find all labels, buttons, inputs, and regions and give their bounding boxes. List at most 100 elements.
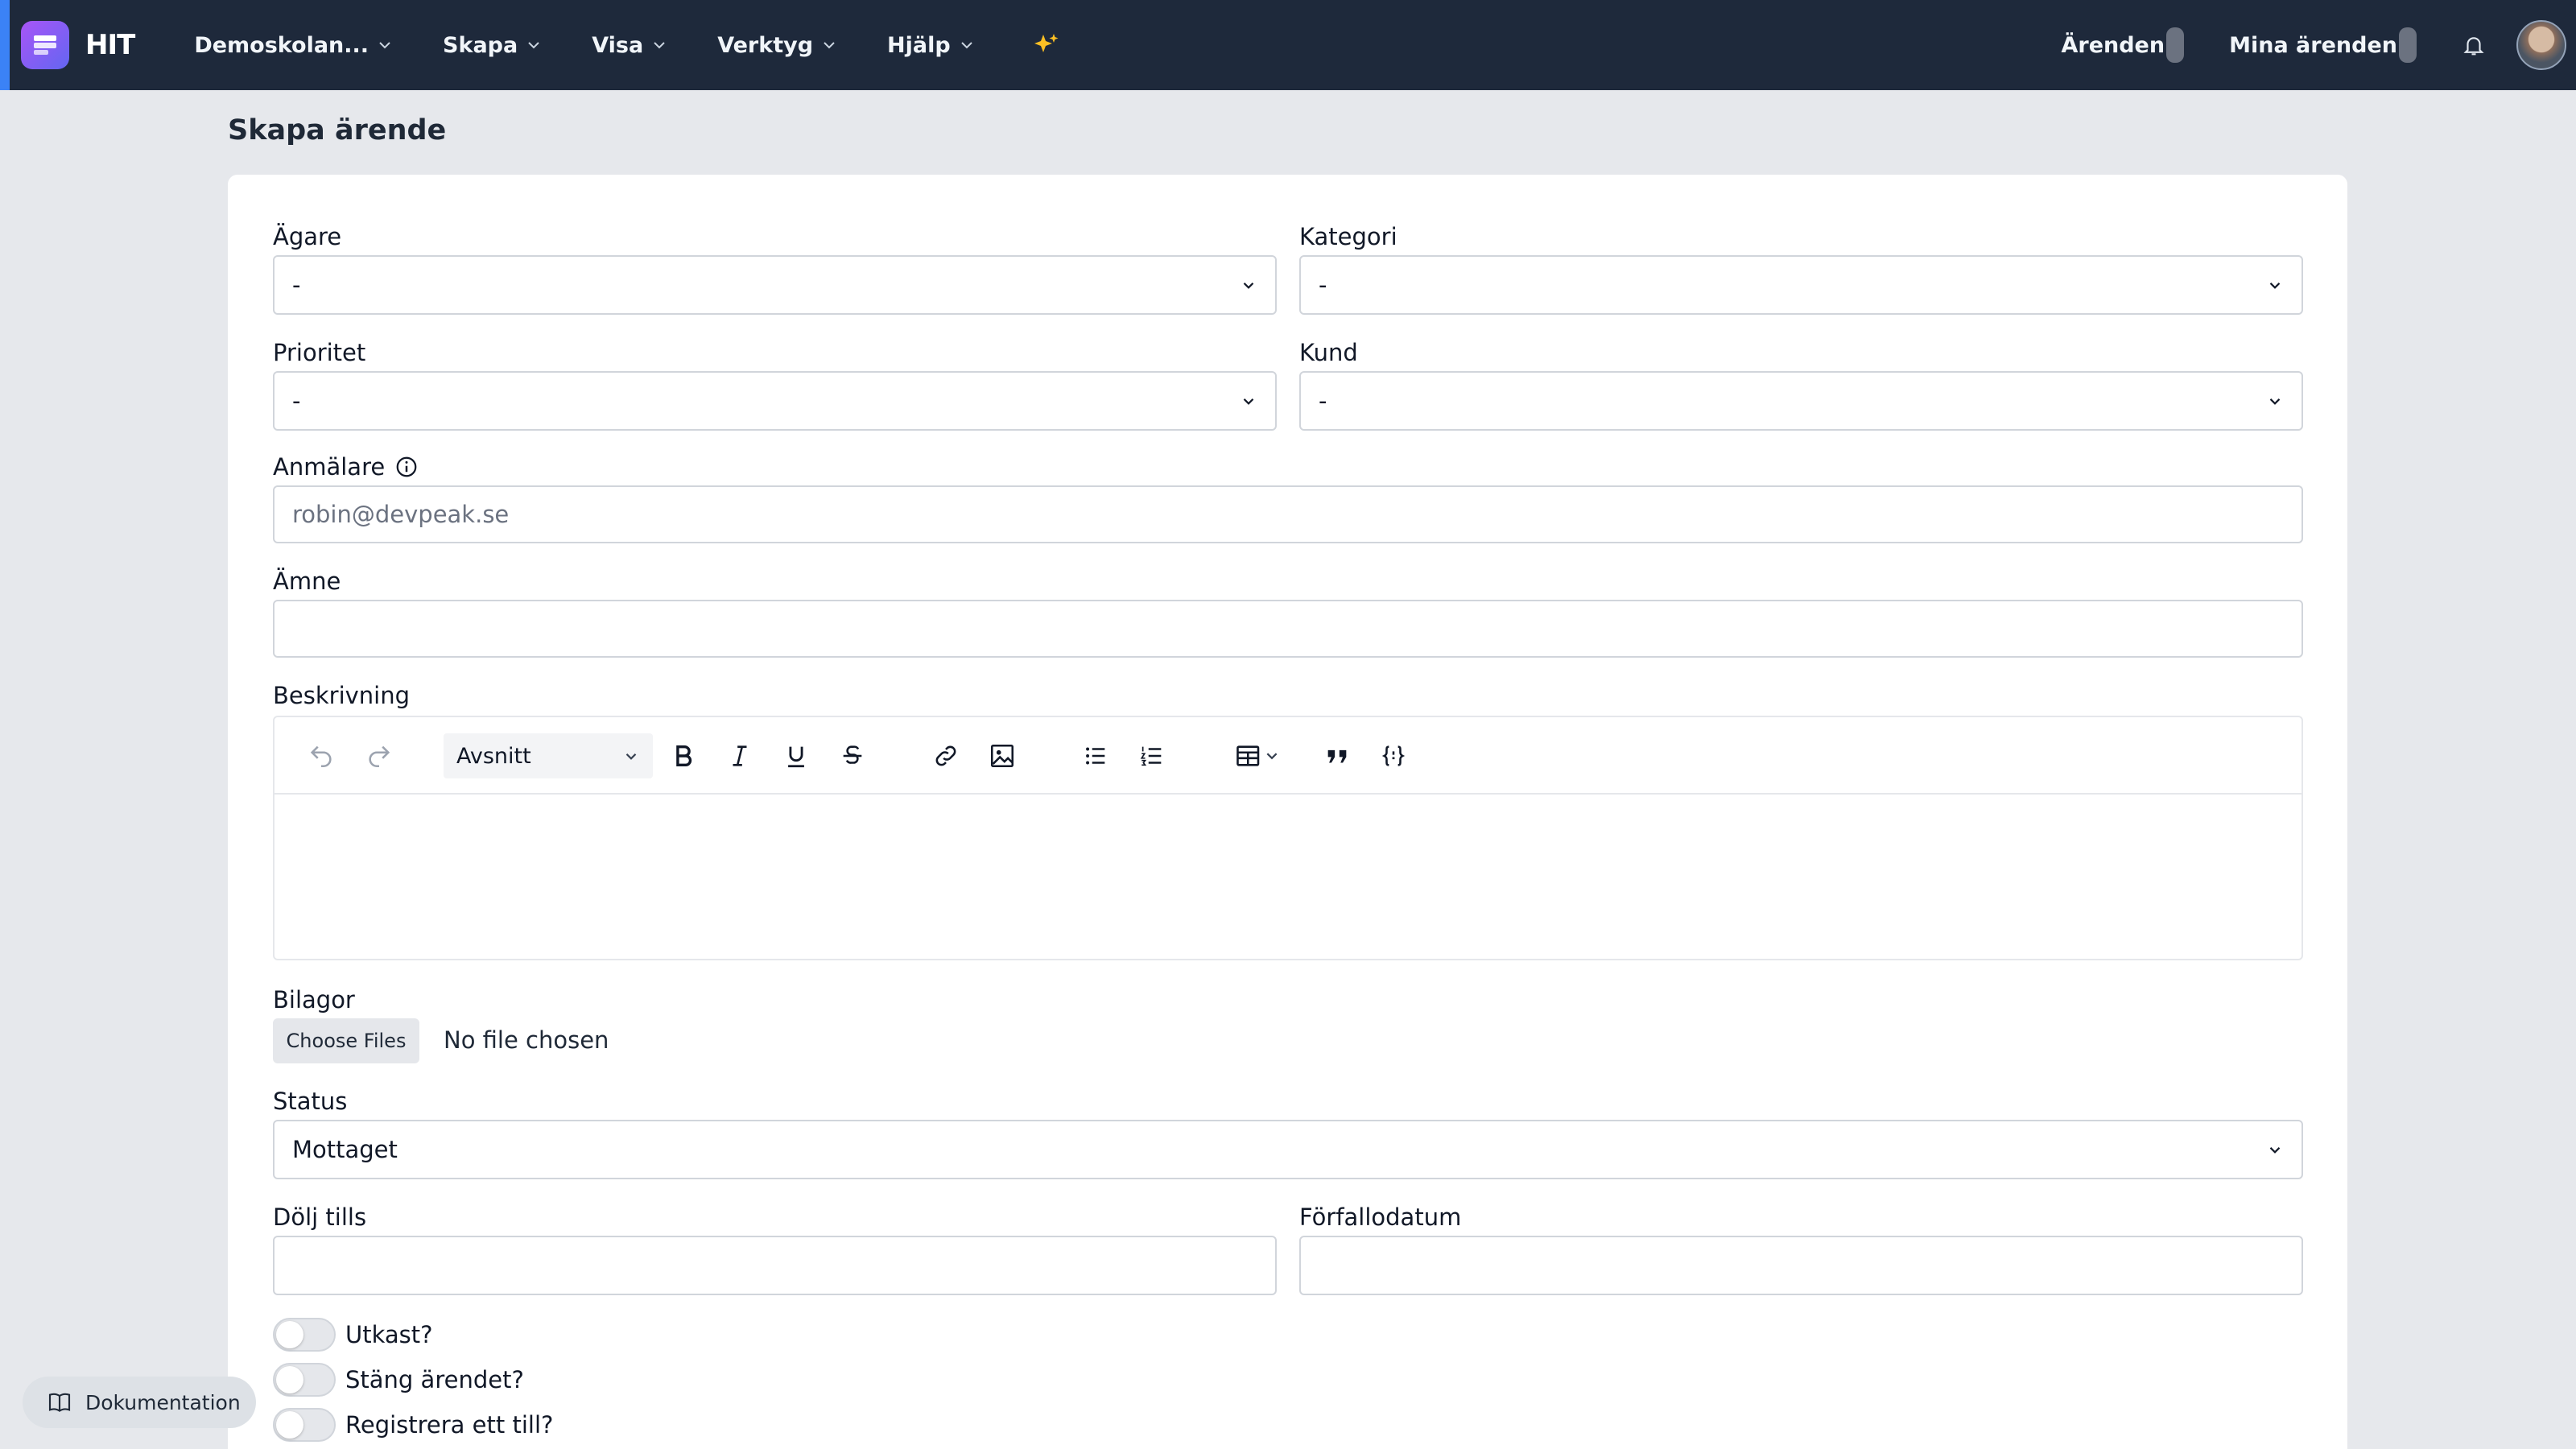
top-navbar: HIT Demoskolan... Skapa Visa Verktyg Hjä…	[0, 0, 2576, 90]
blockquote-button[interactable]	[1318, 737, 1356, 775]
chevron-down-icon	[379, 42, 390, 49]
page-title: Skapa ärende	[228, 114, 447, 147]
description-label: Beskrivning	[273, 682, 411, 709]
code-block-button[interactable]	[1374, 737, 1413, 775]
hide-until-input[interactable]	[292, 1252, 1257, 1279]
priority-value: -	[292, 387, 301, 415]
due-date-label: Förfallodatum	[1299, 1203, 1462, 1231]
bullet-list-button[interactable]	[1076, 737, 1115, 775]
chevron-down-icon	[2266, 1141, 2284, 1158]
bold-icon	[676, 745, 692, 767]
main-menu: Demoskolan... Skapa Visa Verktyg Hjälp	[194, 31, 1109, 59]
toggle-knob	[276, 1411, 303, 1439]
subject-label: Ämne	[273, 568, 341, 595]
chevron-down-icon	[1240, 276, 1257, 294]
app-logo-icon	[21, 21, 69, 69]
priority-label: Prioritet	[273, 339, 366, 366]
choose-files-button[interactable]: Choose Files	[273, 1018, 419, 1063]
register-another-toggle[interactable]	[273, 1408, 336, 1442]
owner-select[interactable]: -	[273, 255, 1277, 315]
priority-select[interactable]: -	[273, 371, 1277, 431]
chevron-down-icon	[654, 42, 665, 49]
menu-school[interactable]: Demoskolan...	[194, 33, 393, 58]
menu-create[interactable]: Skapa	[443, 33, 542, 58]
due-date-input[interactable]	[1319, 1252, 2284, 1279]
reporter-label-text: Anmälare	[273, 453, 386, 481]
redo-button[interactable]	[360, 737, 398, 775]
chevron-down-icon	[528, 42, 539, 49]
register-another-toggle-row: Registrera ett till?	[273, 1408, 553, 1442]
status-select[interactable]: Mottaget	[273, 1120, 2303, 1179]
menu-help-label: Hjälp	[887, 32, 951, 58]
menu-school-label: Demoskolan...	[194, 32, 369, 58]
tickets-count-badge	[2166, 27, 2185, 63]
menu-help[interactable]: Hjälp	[887, 33, 975, 58]
customer-select[interactable]: -	[1299, 371, 2303, 431]
category-select[interactable]: -	[1299, 255, 2303, 315]
attachments-label: Bilagor	[273, 986, 355, 1013]
brand[interactable]: HIT	[21, 21, 135, 69]
description-editor: Avsnitt	[273, 716, 2303, 960]
underline-button[interactable]	[777, 737, 815, 775]
tickets-link-label: Ärenden	[2061, 32, 2165, 58]
my-tickets-link[interactable]: Mina ärenden	[2229, 27, 2417, 63]
image-icon	[990, 744, 1014, 768]
status-value: Mottaget	[292, 1136, 398, 1163]
chevron-down-icon	[1240, 392, 1257, 410]
editor-content-area[interactable]	[275, 795, 2301, 959]
customer-value: -	[1319, 387, 1327, 415]
chevron-down-icon	[2266, 276, 2284, 294]
close-ticket-toggle[interactable]	[273, 1363, 336, 1397]
heading-select[interactable]: Avsnitt	[444, 733, 653, 778]
category-value: -	[1319, 271, 1327, 299]
chevron-down-icon	[2266, 392, 2284, 410]
toggle-knob	[276, 1366, 303, 1393]
numbered-list-button[interactable]	[1133, 737, 1171, 775]
undo-button[interactable]	[302, 737, 341, 775]
underline-icon	[788, 746, 804, 768]
register-another-toggle-label: Registrera ett till?	[345, 1411, 554, 1439]
nav-right: Ärenden Mina ärenden	[2061, 20, 2566, 70]
documentation-label: Dokumentation	[85, 1390, 241, 1414]
bell-icon	[2463, 37, 2484, 56]
code-braces-icon	[1381, 745, 1406, 766]
my-tickets-link-label: Mina ärenden	[2229, 32, 2397, 58]
tickets-link[interactable]: Ärenden	[2061, 27, 2185, 63]
editor-toolbar: Avsnitt	[275, 717, 2301, 795]
sparkles-icon	[1034, 34, 1059, 52]
draft-toggle[interactable]	[273, 1318, 336, 1352]
table-button[interactable]	[1226, 737, 1290, 775]
menu-view[interactable]: Visa	[592, 33, 667, 58]
notifications-button[interactable]	[2462, 33, 2486, 57]
user-avatar[interactable]	[2516, 20, 2566, 70]
book-icon	[48, 1393, 71, 1412]
category-label: Kategori	[1299, 223, 1397, 250]
menu-tools[interactable]: Verktyg	[717, 33, 837, 58]
link-icon	[935, 745, 956, 766]
menu-create-label: Skapa	[443, 32, 518, 58]
draft-toggle-label: Utkast?	[345, 1321, 433, 1348]
create-ticket-form: Ägare - Kategori - Prioritet - Kund - An…	[228, 175, 2347, 1449]
customer-label: Kund	[1299, 339, 1358, 366]
italic-button[interactable]	[720, 737, 759, 775]
italic-icon	[733, 745, 747, 766]
my-tickets-count-badge	[2399, 27, 2417, 63]
info-icon[interactable]	[394, 455, 419, 479]
menu-tools-label: Verktyg	[717, 32, 814, 58]
subject-field[interactable]	[273, 600, 2303, 658]
ai-sparkle-button[interactable]	[1025, 31, 1060, 59]
bold-button[interactable]	[664, 737, 703, 775]
reporter-label: Anmälare	[273, 453, 419, 481]
documentation-button[interactable]: Dokumentation	[23, 1377, 256, 1428]
reporter-field[interactable]	[273, 485, 2303, 543]
strikethrough-button[interactable]	[833, 737, 872, 775]
bullet-list-icon	[1086, 747, 1105, 765]
reporter-input[interactable]	[292, 501, 2284, 528]
quote-icon	[1327, 749, 1347, 763]
toggle-knob	[276, 1321, 303, 1348]
hide-until-field[interactable]	[273, 1236, 1277, 1295]
link-button[interactable]	[927, 737, 965, 775]
image-button[interactable]	[983, 737, 1022, 775]
subject-input[interactable]	[292, 615, 2284, 642]
due-date-field[interactable]	[1299, 1236, 2303, 1295]
